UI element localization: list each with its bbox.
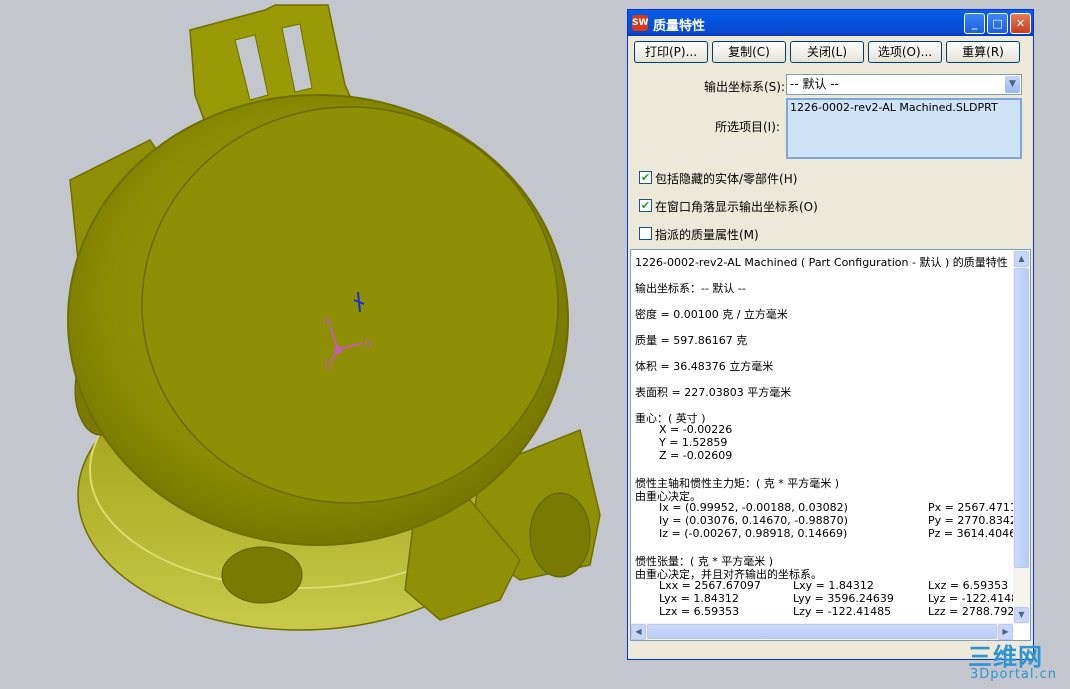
part-model[interactable] <box>68 5 600 630</box>
selected-item[interactable]: 1226-0002-rev2-AL Machined.SLDPRT <box>790 101 1018 114</box>
principal-axis-iz: Iz = (-0.00267, 0.98918, 0.14669) <box>659 527 847 540</box>
copy-button[interactable]: 复制(C) <box>712 41 786 63</box>
report-header: 1226-0002-rev2-AL Machined ( Part Config… <box>635 254 1008 270</box>
selected-items-label: 所选项目(I): <box>715 118 780 135</box>
assigned-mass-checkbox[interactable] <box>639 227 652 240</box>
part-right-port <box>530 493 590 577</box>
recalculate-button[interactable]: 重算(R) <box>946 41 1020 63</box>
show-coord-checkbox[interactable]: ✔ <box>639 199 652 212</box>
mass-properties-report[interactable]: 1226-0002-rev2-AL Machined ( Part Config… <box>630 249 1031 641</box>
dialog-title: 质量特性 <box>653 15 705 34</box>
chevron-down-icon[interactable]: ▼ <box>1005 76 1020 93</box>
output-coord-select[interactable]: -- 默认 -- ▼ <box>786 74 1022 95</box>
include-hidden-checkbox[interactable]: ✔ <box>639 171 652 184</box>
report-coord-system: 输出坐标系：-- 默认 -- <box>635 280 746 296</box>
tensor-lyy: Lyy = 3596.24639 <box>793 592 894 605</box>
tensor-lxx: Lxx = 2567.67097 <box>659 579 761 592</box>
report-mass: 质量 = 597.86167 克 <box>635 332 747 348</box>
tensor-lzz: Lzz = 2788.7926 <box>928 605 1021 618</box>
mass-properties-dialog: SW 质量特性 _ □ ✕ 打印(P)... 复制(C) 关闭(L) 选项(O)… <box>627 9 1034 660</box>
options-button[interactable]: 选项(O)... <box>868 41 942 63</box>
scroll-up-icon[interactable]: ▲ <box>1014 251 1029 267</box>
principal-axis-iy: Iy = (0.03076, 0.14670, -0.98870) <box>659 514 848 527</box>
tensor-lxy: Lxy = 1.84312 <box>793 579 874 592</box>
close-button[interactable]: 关闭(L) <box>790 41 864 63</box>
report-density: 密度 = 0.00100 克 / 立方毫米 <box>635 306 788 322</box>
output-coord-label: 输出坐标系(S): <box>704 78 785 95</box>
print-button[interactable]: 打印(P)... <box>634 41 708 63</box>
scroll-right-icon[interactable]: ▶ <box>998 624 1013 640</box>
centroid-y: Y = 1.52859 <box>659 436 727 449</box>
centroid-x: X = -0.00226 <box>659 423 732 436</box>
tensor-lzx: Lzx = 6.59353 <box>659 605 739 618</box>
centroid-z: Z = -0.02609 <box>659 449 732 462</box>
output-coord-value: -- 默认 -- <box>790 77 839 91</box>
maximize-button[interactable]: □ <box>987 13 1008 34</box>
scroll-left-icon[interactable]: ◀ <box>631 624 646 640</box>
principal-moment-px: Px = 2567.47115 <box>928 501 1024 514</box>
tensor-lxz: Lxz = 6.59353 <box>928 579 1008 592</box>
principal-axis-ix: Ix = (0.99952, -0.00188, 0.03082) <box>659 501 848 514</box>
report-horizontal-scrollbar[interactable]: ◀ ▶ <box>631 623 1013 640</box>
solidworks-app-icon: SW <box>632 15 648 31</box>
close-window-button[interactable]: ✕ <box>1010 13 1031 34</box>
tensor-lyz: Lyz = -122.4148 <box>928 592 1018 605</box>
part-top-cap <box>142 107 558 503</box>
tensor-lzy: Lzy = -122.41485 <box>793 605 891 618</box>
assigned-mass-label[interactable]: 指派的质量属性(M) <box>655 226 759 243</box>
scroll-down-icon[interactable]: ▼ <box>1014 607 1029 623</box>
principal-moment-py: Py = 2770.83420 <box>928 514 1024 527</box>
tensor-lyx: Lyx = 1.84312 <box>659 592 739 605</box>
vertical-scroll-thumb[interactable] <box>1014 268 1029 568</box>
horizontal-scroll-thumb[interactable] <box>647 624 997 639</box>
dialog-titlebar[interactable]: SW 质量特性 _ □ ✕ <box>628 10 1033 36</box>
minimize-button[interactable]: _ <box>964 13 985 34</box>
part-bottom-port <box>222 547 302 603</box>
include-hidden-label[interactable]: 包括隐藏的实体/零部件(H) <box>655 170 797 187</box>
report-vertical-scrollbar[interactable]: ▲ ▼ <box>1013 250 1030 624</box>
selected-items-list[interactable]: 1226-0002-rev2-AL Machined.SLDPRT <box>786 98 1022 159</box>
show-coord-label[interactable]: 在窗口角落显示输出坐标系(O) <box>655 198 818 215</box>
principal-moment-pz: Pz = 3614.40465 <box>928 527 1023 540</box>
report-surface-area: 表面积 = 227.03803 平方毫米 <box>635 384 791 400</box>
report-volume: 体积 = 36.48376 立方毫米 <box>635 358 773 374</box>
